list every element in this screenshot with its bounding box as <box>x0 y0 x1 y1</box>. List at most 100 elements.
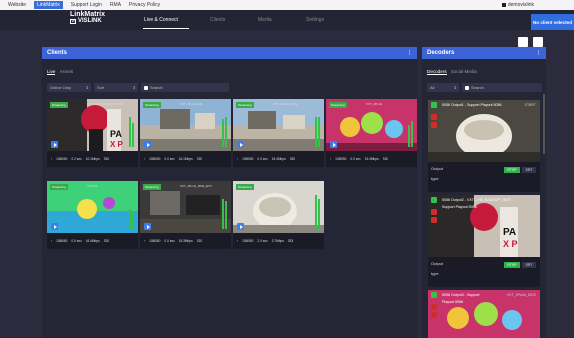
decoders-tabs: Decoders Social Media <box>427 69 477 75</box>
play-icon[interactable] <box>51 223 58 230</box>
tab-assets[interactable]: Assets <box>59 69 73 75</box>
decoder-title: 5056 Output1 - Support Playout 5056 <box>442 103 502 107</box>
decoder-card[interactable]: 5056 Output1 - Support Playout 5056 STAR… <box>428 100 540 192</box>
client-title: VXT_4Ports_MCE <box>273 102 298 106</box>
clients-title: Clients <box>47 50 68 56</box>
rtsp-button[interactable]: RTSP <box>504 167 520 173</box>
expand-icon[interactable]: › <box>330 157 331 161</box>
svg-text:PA: PA <box>503 227 516 238</box>
expand-icon[interactable]: › <box>237 157 238 161</box>
client-card[interactable]: Streaming VXT_4Ports_MCE › 1080i50 0.0 sec… <box>233 99 324 167</box>
decoder-thumbnail <box>428 290 540 338</box>
svg-text:X P: X P <box>110 140 124 149</box>
output-label: Output <box>431 261 444 266</box>
online-indicator <box>431 102 437 108</box>
online-indicator <box>431 197 437 203</box>
status-badge: Streaming <box>236 184 254 190</box>
chevron-icon: ⇕ <box>453 85 457 90</box>
stop-icon[interactable] <box>431 209 437 215</box>
expand-icon[interactable]: › <box>51 157 52 161</box>
status-badge: Streaming <box>143 102 161 108</box>
decoders-search-input[interactable]: Search <box>462 83 542 92</box>
type-label: type <box>431 176 439 181</box>
vislink-icon: VI <box>70 19 76 24</box>
svg-text:X P: X P <box>503 239 518 249</box>
record-icon[interactable] <box>431 312 437 318</box>
user-menu[interactable]: demovislink <box>501 2 534 8</box>
output-label: Output <box>431 166 444 171</box>
play-icon[interactable] <box>237 223 244 230</box>
tab-settings[interactable]: Settings <box>306 17 324 23</box>
decoder-source: VXT_4Ports_MCE <box>506 293 536 297</box>
tab-decoders[interactable]: Decoders <box>427 69 447 75</box>
nav-privacy-policy[interactable]: Privacy Policy <box>129 2 160 8</box>
nav-website[interactable]: Website <box>8 2 26 8</box>
decoders-header: Decoders ⋮ <box>422 47 546 59</box>
decoder-filter-select[interactable]: All ⇕ <box>427 83 459 92</box>
decoder-card[interactable]: PA X P 5056 Output2 - VXT1_HD_BACKUP_TEST… <box>428 195 540 287</box>
decoders-title: Decoders <box>427 50 455 56</box>
tab-live[interactable]: Live <box>47 69 56 75</box>
brand-company: VISLINK <box>78 18 102 24</box>
client-stats: › 1080i50 0.0 sec 15.4Mbps SDI <box>330 157 389 161</box>
sort-select[interactable]: Sort ⇕ <box>94 83 138 92</box>
clients-header: Clients ⋮ <box>42 47 417 59</box>
svg-text:PA: PA <box>110 129 122 139</box>
audio-meter <box>129 113 134 147</box>
nav-support-login[interactable]: Support Login <box>71 2 102 8</box>
expand-icon[interactable]: › <box>144 157 145 161</box>
audio-meter <box>222 113 227 147</box>
rtsp-button[interactable]: RTSP <box>504 262 520 268</box>
srt-button[interactable]: SRT <box>522 167 536 173</box>
nav-linkmatrix[interactable]: LinkMatrix <box>33 1 63 9</box>
decoders-scrollbar[interactable] <box>543 94 545 154</box>
client-card[interactable]: Streaming VXT_4Ports_MCE_EXT › 1080i50 0.0… <box>140 181 231 249</box>
tab-media[interactable]: Media <box>258 17 272 23</box>
decoder-subtitle: Playout 5056 <box>442 300 463 304</box>
layout-columns-icon[interactable] <box>533 37 543 47</box>
client-card[interactable]: Streaming › 1080i50 2.0 sec 3.7Mbps SDI <box>233 181 324 249</box>
client-title: VXT_4Ports_ES <box>180 102 202 106</box>
clients-more-icon[interactable]: ⋮ <box>407 50 412 56</box>
client-card[interactable]: Streaming VXT_4Ports_ES › 1080i50 0.0 sec 1… <box>140 99 231 167</box>
decoder-status: START <box>524 103 536 107</box>
clients-search-input[interactable]: Search <box>141 83 229 92</box>
expand-icon[interactable]: › <box>237 239 238 243</box>
toast-notification: No client selected <box>531 14 574 30</box>
filter-select[interactable]: Online Only ⇕ <box>47 83 91 92</box>
play-icon[interactable] <box>144 223 151 230</box>
record-icon[interactable] <box>431 217 437 223</box>
user-name: demovislink <box>507 2 534 8</box>
client-card[interactable]: Streaming VXT8-8 › 1080i50 0.0 sec 16.4Mbps… <box>47 181 138 249</box>
record-icon[interactable] <box>431 122 437 128</box>
srt-button[interactable]: SRT <box>522 262 536 268</box>
decoder-card[interactable]: 5056 Output3 - Support Playout 5056 VXT_… <box>428 290 540 338</box>
type-label: type <box>431 271 439 276</box>
play-icon[interactable] <box>330 141 337 148</box>
brand-logo: LinkMatrix VI VISLINK <box>70 11 105 25</box>
decoders-more-icon[interactable]: ⋮ <box>536 50 541 56</box>
client-title: VXT_4Ports_MCE_EXT <box>180 184 213 188</box>
play-icon[interactable] <box>51 141 58 148</box>
client-card[interactable]: PA X P Streaming VXT1-HD_BACKUP_TEST › 108… <box>47 99 138 167</box>
tab-clients[interactable]: Clients <box>210 17 225 23</box>
expand-icon[interactable]: › <box>51 239 52 243</box>
decoder-title: 5056 Output3 - Support <box>442 293 480 297</box>
nav-rma[interactable]: RMA <box>110 2 121 8</box>
decoder-subtitle: Support Playout 5056 <box>442 205 477 209</box>
stop-icon[interactable] <box>431 114 437 120</box>
client-stats: › 1080i50 0.0 sec 15.4Mbps SDI <box>237 157 296 161</box>
client-card[interactable]: Streaming VXT_4Ports › 1080i50 0.0 sec 15.4… <box>326 99 417 167</box>
layout-split-icon[interactable] <box>518 37 528 47</box>
play-icon[interactable] <box>144 141 151 148</box>
app: LinkMatrix VI VISLINK Live & Connect Clie… <box>0 10 574 338</box>
play-icon[interactable] <box>237 141 244 148</box>
tab-live-connect[interactable]: Live & Connect <box>144 17 178 23</box>
status-badge: Streaming <box>143 184 161 190</box>
client-stats: › 1080i50 2.0 sec 3.7Mbps SDI <box>237 239 294 243</box>
tab-social-media[interactable]: Social Media <box>451 69 477 75</box>
top-bar: LinkMatrix VI VISLINK Live & Connect Clie… <box>0 10 574 30</box>
status-badge: Streaming <box>236 102 254 108</box>
stop-icon[interactable] <box>431 304 437 310</box>
expand-icon[interactable]: › <box>144 239 145 243</box>
